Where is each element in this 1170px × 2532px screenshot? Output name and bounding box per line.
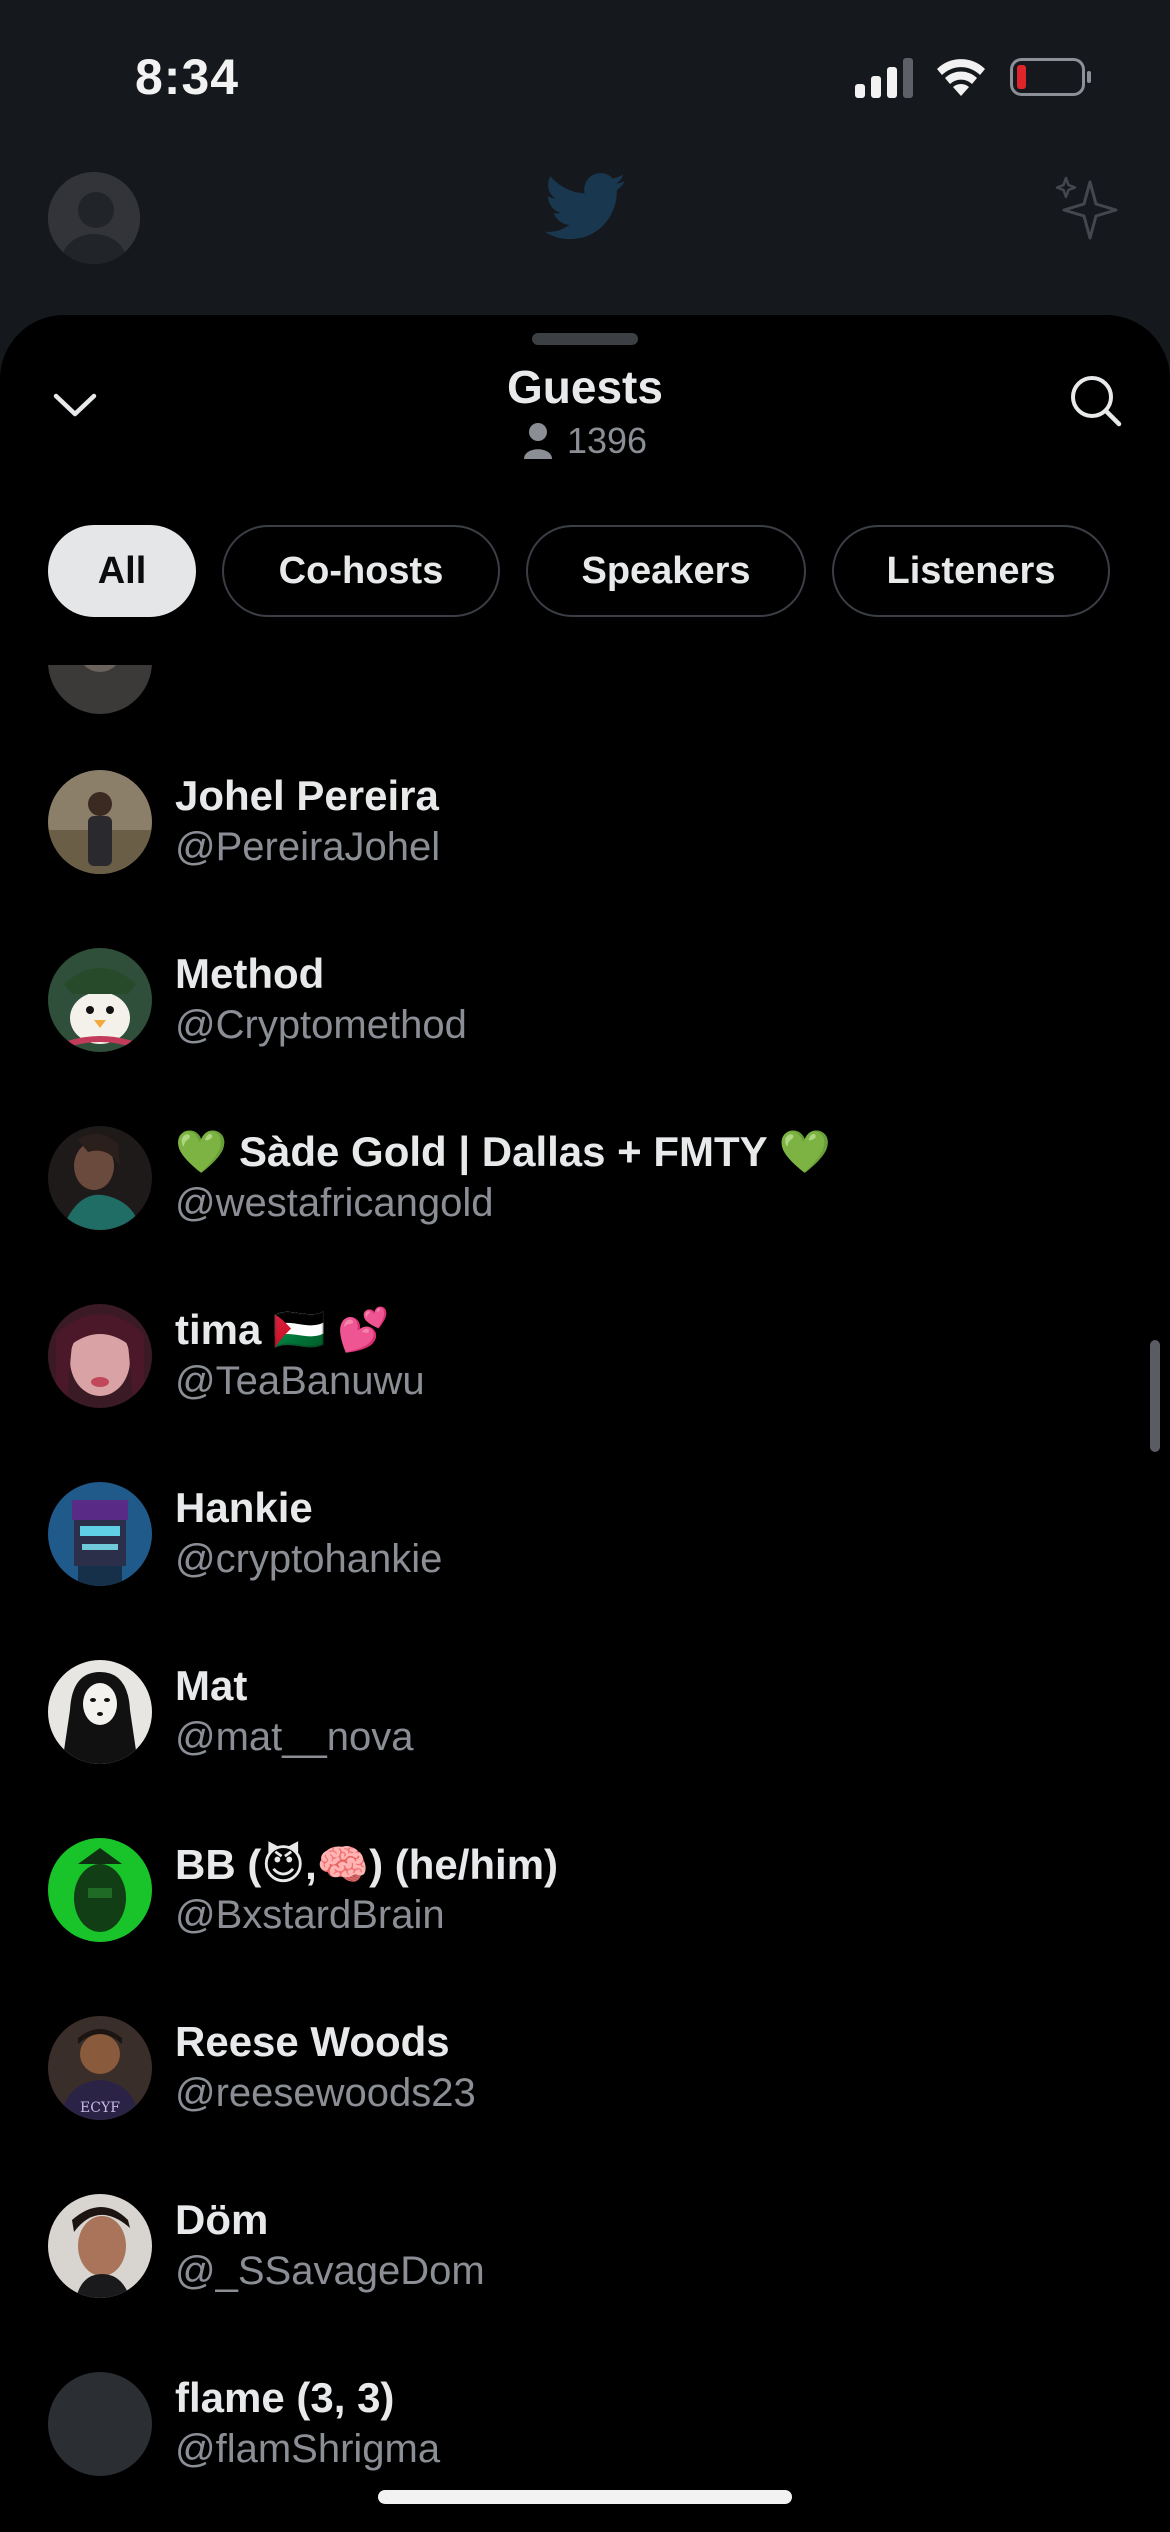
list-item[interactable]: Johel Pereira @PereiraJohel [0,750,1130,928]
guest-name: BB (😈,🧠) (he/him) [175,1841,559,1888]
list-item[interactable]: 💚 Sàde Gold | Dallas + FMTY 💚 @westafric… [0,1106,1130,1284]
guest-handle: @_SSavageDom [175,2249,485,2293]
filter-chip-listeners[interactable]: Listeners [832,525,1110,617]
list-item[interactable]: Method @Cryptomethod [0,928,1130,1106]
filter-chip-co-hosts[interactable]: Co-hosts [222,525,500,617]
avatar [48,948,152,1052]
guest-name: Hankie [175,1484,313,1531]
battery-low-icon [1010,58,1091,96]
avatar [48,1838,152,1942]
list-item[interactable]: Döm @_SSavageDom [0,2174,1130,2352]
avatar [48,2372,152,2476]
profile-avatar [48,172,140,264]
avatar [48,1660,152,1764]
sparkle-icon [1055,176,1118,240]
avatar [48,770,152,874]
filter-chip-all[interactable]: All [48,525,196,617]
sheet-grabber[interactable] [532,333,638,345]
wifi-icon [937,59,985,96]
guest-handle: @mat__nova [175,1715,414,1759]
listener-count: 1396 [0,420,1170,462]
guest-name: flame (3, 3) [175,2374,395,2421]
guest-handle: @ReyRuggie [175,612,414,656]
search-icon [1071,376,1122,427]
avatar [48,1482,152,1586]
avatar [48,1126,152,1230]
listener-count-value: 1396 [566,420,648,461]
avatar: ECYF [48,2016,152,2120]
list-item[interactable]: @ReyRuggie [0,612,1130,730]
scrollbar[interactable] [1150,1340,1160,1452]
sheet-title: Guests [507,361,663,413]
list-item[interactable]: BB (😈,🧠) (he/him) @BxstardBrain [0,1818,1130,1996]
guest-name: Method [175,950,325,997]
list-item[interactable]: Mat @mat__nova [0,1640,1130,1818]
guest-handle: @BxstardBrain [175,1893,445,1937]
guest-name: Reese Woods [175,2018,450,2065]
cellular-signal-icon [855,58,913,98]
list-item[interactable]: tima 🇵🇸 💕 @TeaBanuwu [0,1284,1130,1462]
guest-name: Döm [175,2196,269,2243]
guest-handle: @reesewoods23 [175,2071,476,2115]
guest-handle: @Cryptomethod [175,1003,467,1047]
guest-name: Johel Pereira [175,772,439,819]
status-time: 8:34 [135,49,240,105]
background-header [0,150,1170,320]
guest-name: Mat [175,1662,248,1709]
guest-handle: @flamShrigma [175,2427,441,2471]
avatar [48,665,152,714]
bird-logo-icon [545,173,626,240]
list-item[interactable]: Hankie @cryptohankie [0,1462,1130,1640]
avatar [48,1304,152,1408]
guest-handle: @PereiraJohel [175,825,441,869]
guests-sheet: Guests 1396 All Co-hosts Speakers Listen… [0,315,1170,2532]
svg-text:ECYF: ECYF [80,2100,120,2116]
guest-name: tima 🇵🇸 💕 [175,1306,390,1353]
guest-handle: @cryptohankie [175,1537,443,1581]
guest-handle: @westafricangold [175,1181,494,1225]
home-indicator[interactable] [378,2490,792,2504]
search-button[interactable] [1060,365,1130,435]
status-bar: 8:34 [0,0,1170,150]
guest-handle: @TeaBanuwu [175,1359,425,1403]
person-icon [523,423,552,459]
guest-name: 💚 Sàde Gold | Dallas + FMTY 💚 [175,1128,831,1175]
avatar [48,2194,152,2298]
list-item[interactable]: ECYF Reese Woods @reesewoods23 [0,1996,1130,2174]
filter-tabs: All Co-hosts Speakers Listeners [48,525,1110,617]
filter-chip-speakers[interactable]: Speakers [526,525,806,617]
